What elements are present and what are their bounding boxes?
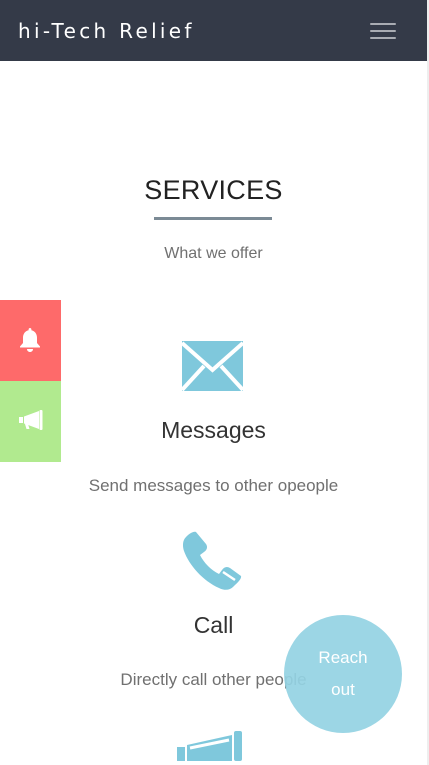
- section-title: SERVICES: [144, 175, 283, 205]
- bell-icon: [20, 328, 40, 352]
- hamburger-menu-icon[interactable]: [364, 17, 402, 45]
- page: hi-Tech Relief SERVICES What we offer Me…: [0, 0, 429, 765]
- service-messages: [180, 341, 245, 392]
- reach-out-button[interactable]: Reach out: [284, 615, 402, 733]
- megaphone-icon: [177, 731, 242, 761]
- service-announcements: [177, 731, 245, 761]
- phone-icon: [182, 531, 242, 590]
- service-call: [182, 531, 243, 591]
- reach-out-label: Reach out: [318, 648, 368, 699]
- section-subtitle: What we offer: [164, 245, 263, 262]
- service-desc-messages: Send messages to other opeople: [88, 476, 339, 495]
- envelope-icon: [180, 341, 245, 392]
- brand-logo[interactable]: hi-Tech Relief: [18, 17, 195, 45]
- service-title-messages: Messages: [161, 417, 266, 443]
- navbar: hi-Tech Relief: [0, 0, 427, 61]
- notification-button[interactable]: [0, 300, 61, 381]
- title-underline: [154, 217, 272, 220]
